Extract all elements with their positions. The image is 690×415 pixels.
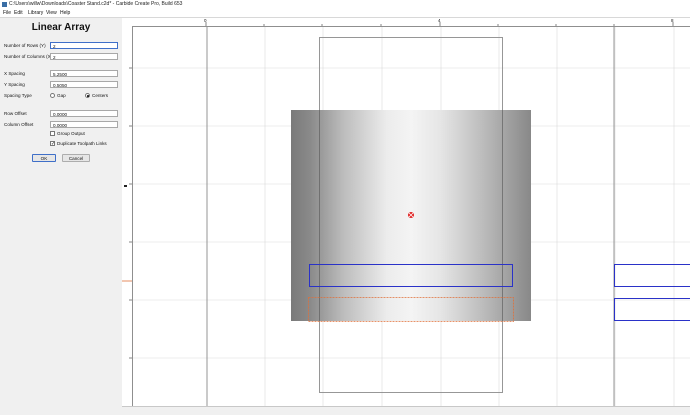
menu-library[interactable]: Library [28,9,43,17]
spacing-centers-label: Centers [92,93,108,98]
y-spacing-input[interactable]: 0.5050 [50,81,118,88]
panel-title: Linear Array [0,22,122,33]
column-offset-label: Column Offset [4,122,33,127]
array-copy-rectangle-right[interactable] [615,265,690,287]
duplicate-toolpath-label: Duplicate Toolpath Links [57,141,107,146]
vertical-ruler-ticks [122,18,132,406]
design-canvas[interactable] [133,27,690,406]
title-bar: C:\Users\willw\Downloads\Coaster Stand.c… [0,0,690,9]
columns-label: Number of Columns (X) [4,54,52,59]
row-offset-label: Row Offset [4,111,27,116]
ok-button[interactable]: OK [32,154,56,162]
spacing-gap-radio[interactable] [50,93,55,98]
center-marker-icon [408,212,414,218]
menu-help[interactable]: Help [60,9,70,17]
spacing-centers-radio[interactable] [85,93,90,98]
rows-input[interactable]: 2 [50,42,118,49]
menu-view[interactable]: View [46,9,57,17]
duplicate-toolpath-checkbox[interactable]: ✓ [50,141,55,146]
canvas-drawing [133,27,690,406]
x-spacing-label: X Spacing [4,71,25,76]
vertical-ruler [122,18,133,406]
horizontal-ruler: 0 4 8 [132,18,690,27]
spacing-type-label: Spacing Type [4,93,32,98]
array-copy-rectangle-right-lower[interactable] [615,299,690,321]
rows-label: Number of Rows (Y) [4,43,46,48]
menu-file[interactable]: File [3,9,11,17]
cancel-button[interactable]: Cancel [62,154,90,162]
x-spacing-input[interactable]: 5.2500 [50,70,118,77]
group-output-checkbox[interactable] [50,131,55,136]
column-offset-input[interactable]: 0.0000 [50,121,118,128]
group-output-label: Group Output [57,131,85,136]
menu-bar: File Edit Library View Help [0,9,690,18]
row-offset-input[interactable]: 0.0000 [50,110,118,117]
y-spacing-label: Y Spacing [4,82,25,87]
columns-input[interactable]: 2 [50,53,118,60]
app-icon [2,2,7,7]
linear-array-panel: Linear Array Number of Rows (Y) 2 Number… [0,18,123,414]
menu-edit[interactable]: Edit [14,9,23,17]
spacing-gap-label: Gap [57,93,66,98]
window-title: C:\Users\willw\Downloads\Coaster Stand.c… [9,0,182,9]
horizontal-ruler-ticks [132,18,690,26]
